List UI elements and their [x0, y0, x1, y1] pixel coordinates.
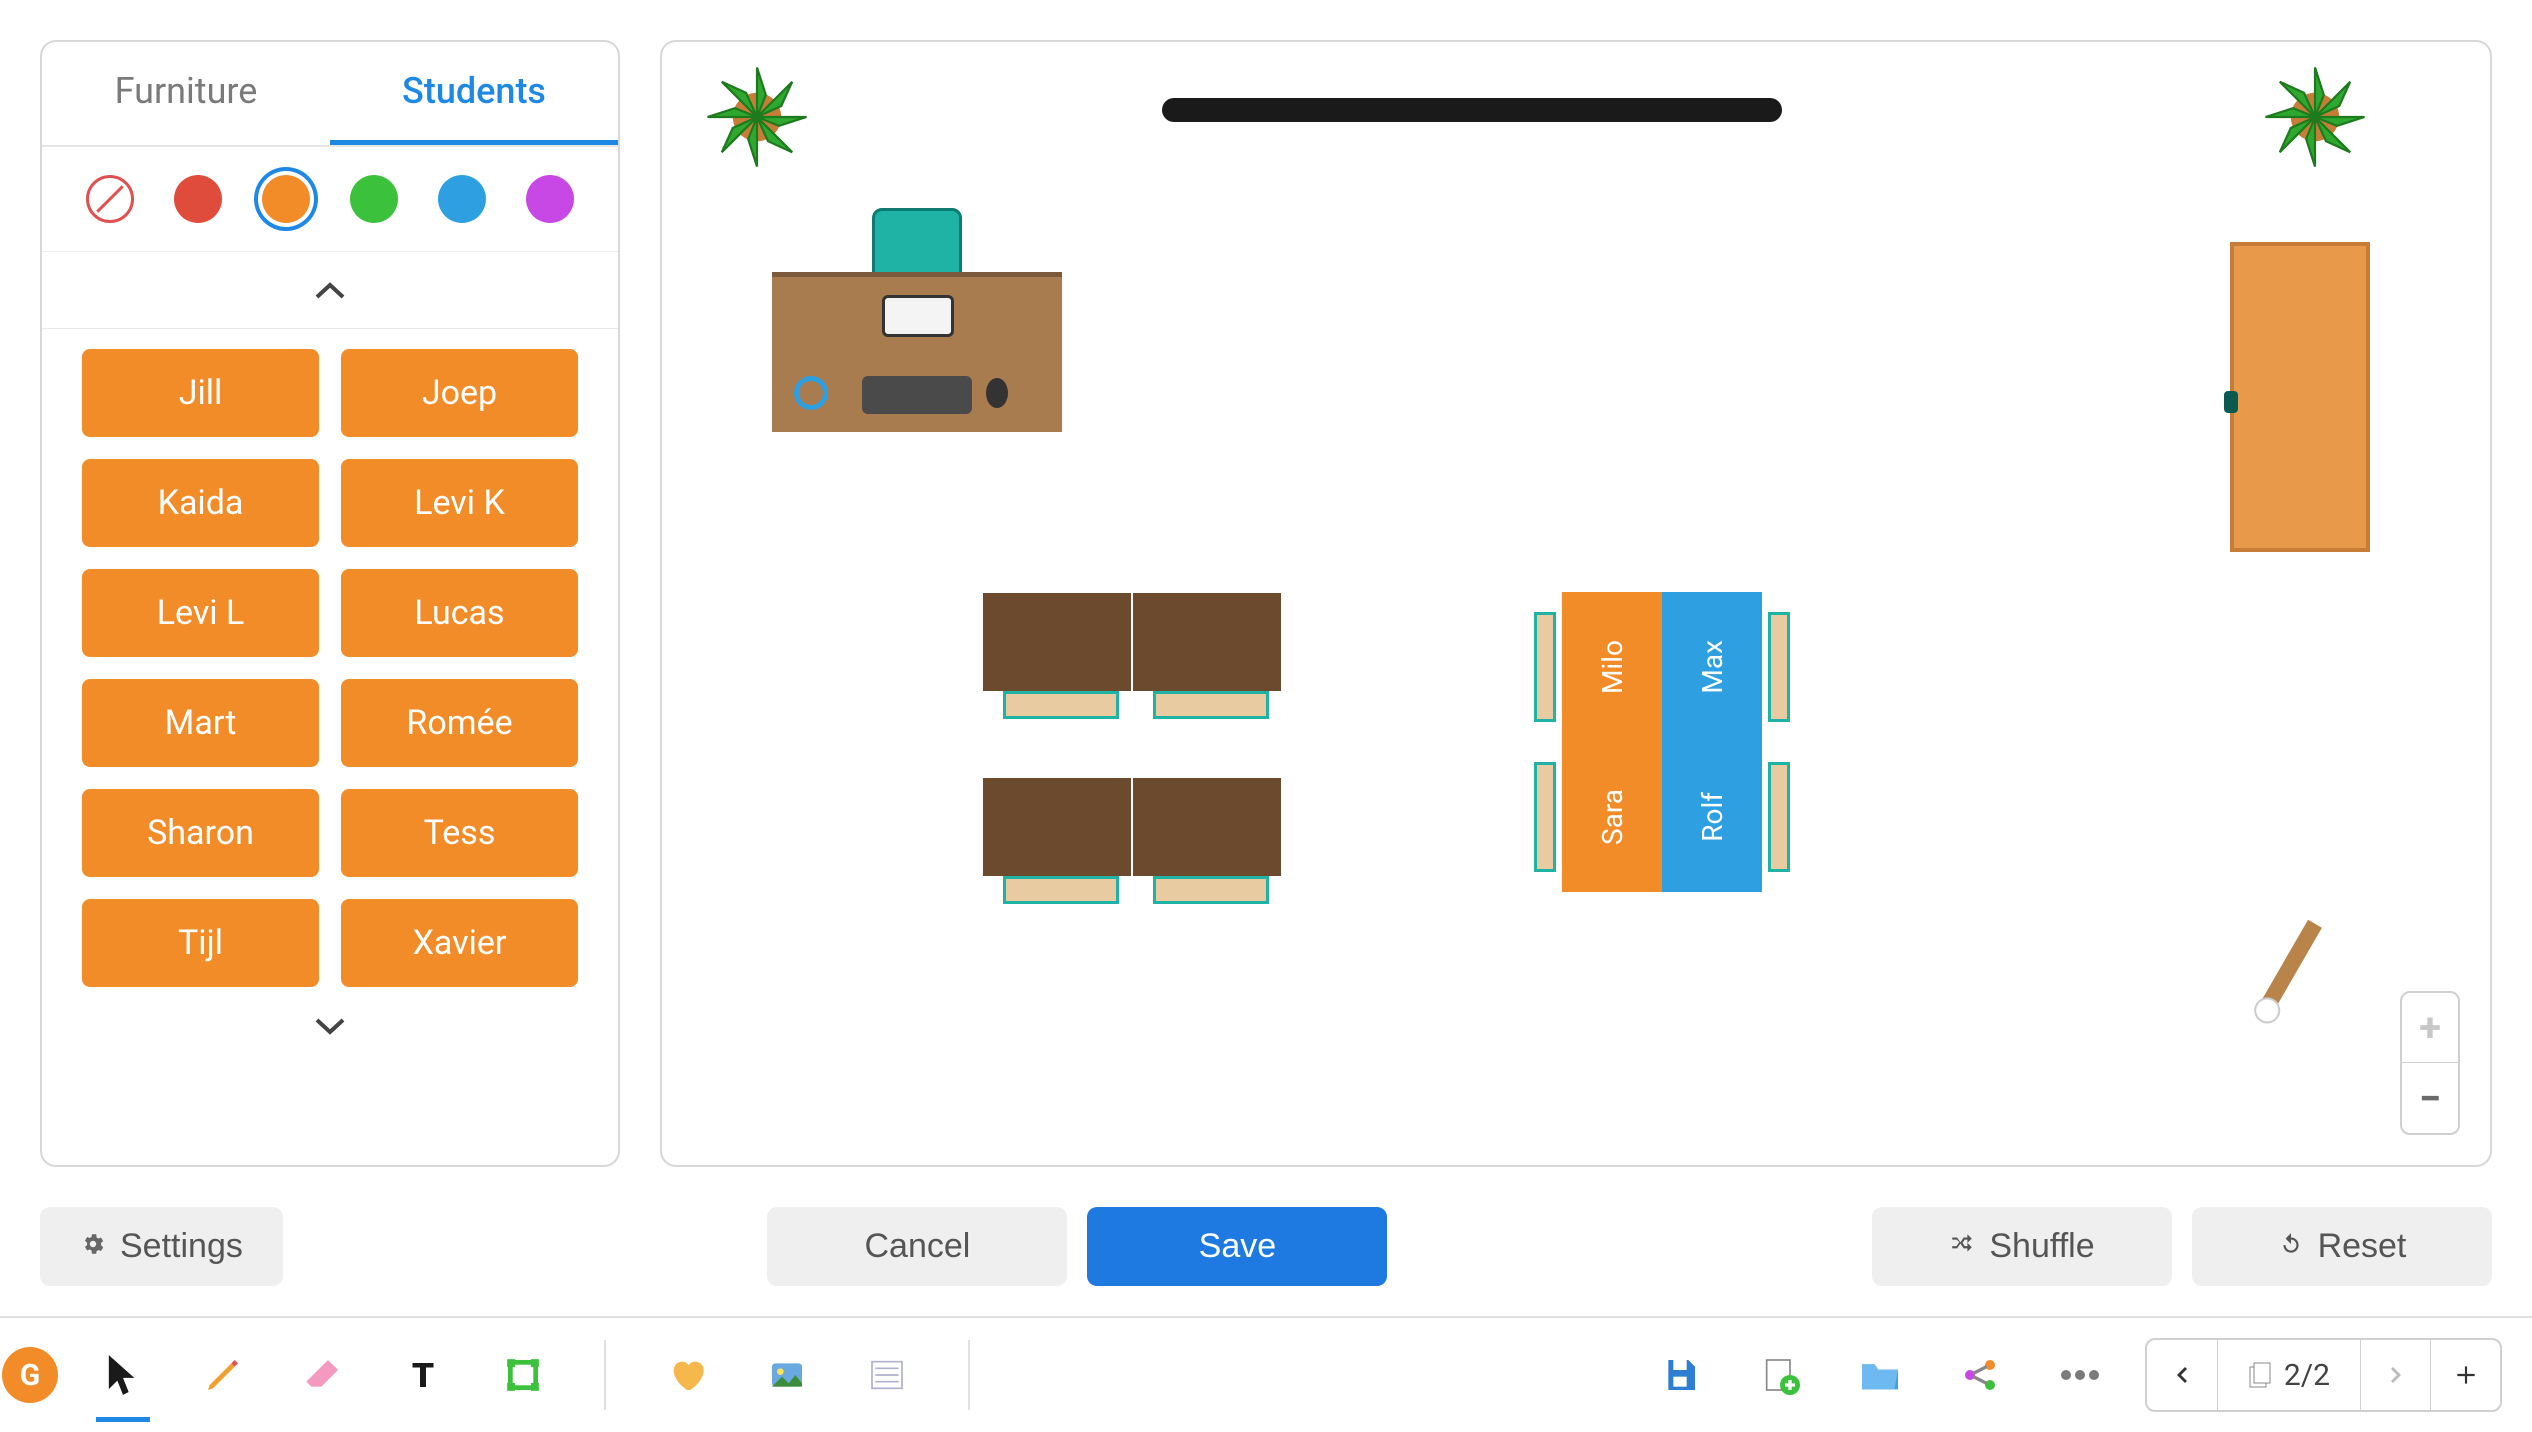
- plant-icon[interactable]: [702, 62, 812, 172]
- students-sidebar: Furniture Students Jill Joep Kaida Levi …: [40, 40, 620, 1167]
- student-chip[interactable]: Sharon: [82, 789, 319, 877]
- student-chip[interactable]: Jill: [82, 349, 319, 437]
- shuffle-button[interactable]: Shuffle: [1872, 1207, 2172, 1286]
- color-red[interactable]: [174, 175, 222, 223]
- empty-desk[interactable]: [982, 592, 1132, 692]
- zoom-controls: + −: [2400, 991, 2460, 1135]
- page-next-button[interactable]: [2360, 1340, 2430, 1410]
- page-indicator: 2/2: [2217, 1340, 2360, 1410]
- folder-icon[interactable]: [1845, 1340, 1915, 1410]
- student-grid: Jill Joep Kaida Levi K Levi L Lucas Mart…: [42, 328, 618, 987]
- teacher-desk-surface: [772, 272, 1062, 432]
- seated-desk-group[interactable]: Milo Max Sara Rolf: [1562, 592, 1762, 892]
- student-chip[interactable]: Levi K: [341, 459, 578, 547]
- whiteboard[interactable]: [1162, 98, 1782, 122]
- reset-label: Reset: [2318, 1227, 2407, 1266]
- chair-icon: [1534, 762, 1556, 872]
- desk-pair[interactable]: [982, 592, 1282, 692]
- chair-icon: [1768, 762, 1790, 872]
- floorplan-canvas[interactable]: Milo Max Sara Rolf + −: [660, 40, 2492, 1167]
- bottom-toolbar: G 2/2: [0, 1316, 2532, 1432]
- color-none[interactable]: [86, 175, 134, 223]
- add-page-icon[interactable]: [1745, 1340, 1815, 1410]
- student-chip[interactable]: Romée: [341, 679, 578, 767]
- more-icon[interactable]: [2045, 1340, 2115, 1410]
- color-purple[interactable]: [526, 175, 574, 223]
- empty-desk[interactable]: [1132, 592, 1282, 692]
- keyboard-icon: [862, 376, 972, 414]
- toolbar-divider: [604, 1340, 606, 1410]
- save-button[interactable]: Save: [1087, 1207, 1387, 1286]
- cabinet[interactable]: [2230, 242, 2370, 552]
- heart-icon[interactable]: [652, 1340, 722, 1410]
- seated-desk[interactable]: Milo: [1562, 592, 1662, 742]
- student-chip[interactable]: Tijl: [82, 899, 319, 987]
- monitor-icon: [882, 295, 954, 337]
- settings-label: Settings: [120, 1227, 243, 1266]
- reset-icon: [2278, 1227, 2304, 1266]
- student-chip[interactable]: Kaida: [82, 459, 319, 547]
- pages-icon: [2248, 1361, 2272, 1389]
- cabinet-handle-icon: [2224, 391, 2238, 413]
- student-chip[interactable]: Levi L: [82, 569, 319, 657]
- page-count-text: 2/2: [2284, 1358, 2330, 1393]
- shape-tool-icon[interactable]: [488, 1340, 558, 1410]
- color-green[interactable]: [350, 175, 398, 223]
- page-navigation: 2/2: [2145, 1338, 2502, 1412]
- reset-button[interactable]: Reset: [2192, 1207, 2492, 1286]
- shuffle-label: Shuffle: [1989, 1227, 2094, 1266]
- action-bar: Settings Cancel Save Shuffle Reset: [0, 1207, 2532, 1316]
- scroll-up-icon[interactable]: [42, 252, 618, 328]
- lines-icon[interactable]: [852, 1340, 922, 1410]
- student-chip[interactable]: Xavier: [341, 899, 578, 987]
- scroll-down-icon[interactable]: [42, 987, 618, 1063]
- seat-student-name: Rolf: [1696, 792, 1729, 842]
- student-chip[interactable]: Lucas: [341, 569, 578, 657]
- shuffle-icon: [1949, 1227, 1975, 1266]
- pointer-stick[interactable]: [2258, 920, 2322, 1015]
- zoom-out-button[interactable]: −: [2402, 1063, 2458, 1133]
- toolbar-divider: [968, 1340, 970, 1410]
- seat-student-name: Milo: [1596, 640, 1629, 694]
- color-blue[interactable]: [438, 175, 486, 223]
- zoom-in-button[interactable]: +: [2402, 993, 2458, 1063]
- text-tool-icon[interactable]: [388, 1340, 458, 1410]
- page-add-button[interactable]: [2430, 1340, 2500, 1410]
- color-filter-row: [42, 147, 618, 252]
- tab-furniture[interactable]: Furniture: [42, 42, 330, 145]
- student-chip[interactable]: Mart: [82, 679, 319, 767]
- student-chip[interactable]: Tess: [341, 789, 578, 877]
- image-icon[interactable]: [752, 1340, 822, 1410]
- teacher-desk[interactable]: [772, 262, 1062, 432]
- gear-icon: [80, 1227, 106, 1266]
- chair-icon: [1768, 612, 1790, 722]
- seated-desk[interactable]: Sara: [1562, 742, 1662, 892]
- plant-icon[interactable]: [2260, 62, 2370, 172]
- seat-student-name: Sara: [1596, 789, 1629, 845]
- pencil-tool-icon[interactable]: [188, 1340, 258, 1410]
- seated-desk[interactable]: Max: [1662, 592, 1762, 742]
- share-icon[interactable]: [1945, 1340, 2015, 1410]
- settings-button[interactable]: Settings: [40, 1207, 283, 1286]
- color-orange[interactable]: [262, 175, 310, 223]
- chair-icon: [1534, 612, 1556, 722]
- student-chip[interactable]: Joep: [341, 349, 578, 437]
- empty-desk[interactable]: [982, 777, 1132, 877]
- sidebar-tabs: Furniture Students: [42, 42, 618, 147]
- mouse-icon: [986, 378, 1008, 408]
- seated-desk[interactable]: Rolf: [1662, 742, 1762, 892]
- tab-students[interactable]: Students: [330, 42, 618, 145]
- eraser-tool-icon[interactable]: [288, 1340, 358, 1410]
- desk-pair[interactable]: [982, 777, 1282, 877]
- seat-student-name: Max: [1696, 640, 1729, 694]
- page-prev-button[interactable]: [2147, 1340, 2217, 1410]
- magnifier-icon: [794, 376, 828, 410]
- empty-desk[interactable]: [1132, 777, 1282, 877]
- cancel-button[interactable]: Cancel: [767, 1207, 1067, 1286]
- app-badge[interactable]: G: [2, 1347, 58, 1403]
- select-tool-icon[interactable]: [88, 1340, 158, 1410]
- save-disk-icon[interactable]: [1645, 1340, 1715, 1410]
